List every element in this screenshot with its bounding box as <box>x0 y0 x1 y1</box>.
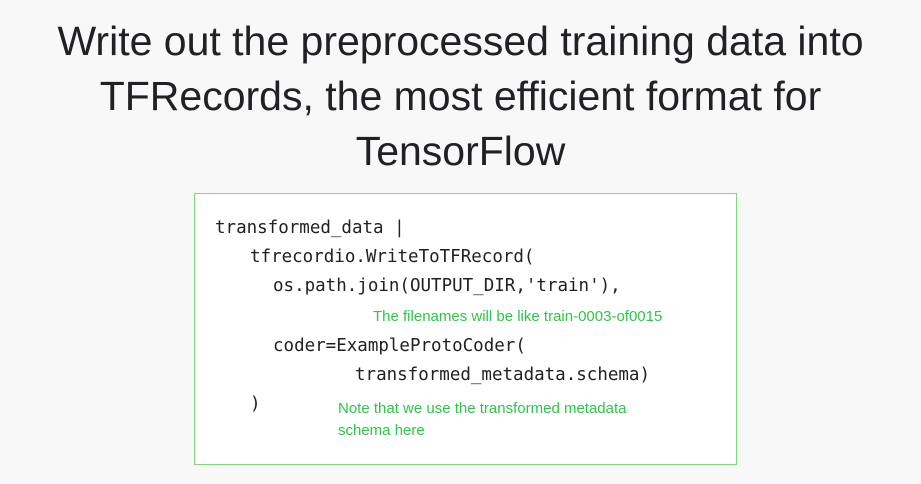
code-line-4: coder=ExampleProtoCoder( <box>273 336 526 356</box>
code-line-5: transformed_metadata.schema) <box>355 365 651 385</box>
slide-title-line-2: TFRecords, the most efficient format for <box>99 73 822 119</box>
slide-title: Write out the preprocessed training data… <box>0 14 921 179</box>
schema-note-line-1: Note that we use the transformed metadat… <box>338 400 627 417</box>
code-line-3: os.path.join(OUTPUT_DIR,'train'), <box>273 276 621 296</box>
filenames-note: The filenames will be like train-0003-of… <box>373 308 663 325</box>
slide-title-line-1: Write out the preprocessed training data… <box>57 18 864 64</box>
code-line-1: transformed_data | <box>215 218 405 238</box>
schema-note-line-2: schema here <box>338 422 425 439</box>
code-line-6: ) <box>250 394 261 414</box>
code-box: transformed_data | tfrecordio.WriteToTFR… <box>194 193 737 465</box>
slide-title-line-3: TensorFlow <box>355 128 566 174</box>
code-line-2: tfrecordio.WriteToTFRecord( <box>250 247 535 267</box>
